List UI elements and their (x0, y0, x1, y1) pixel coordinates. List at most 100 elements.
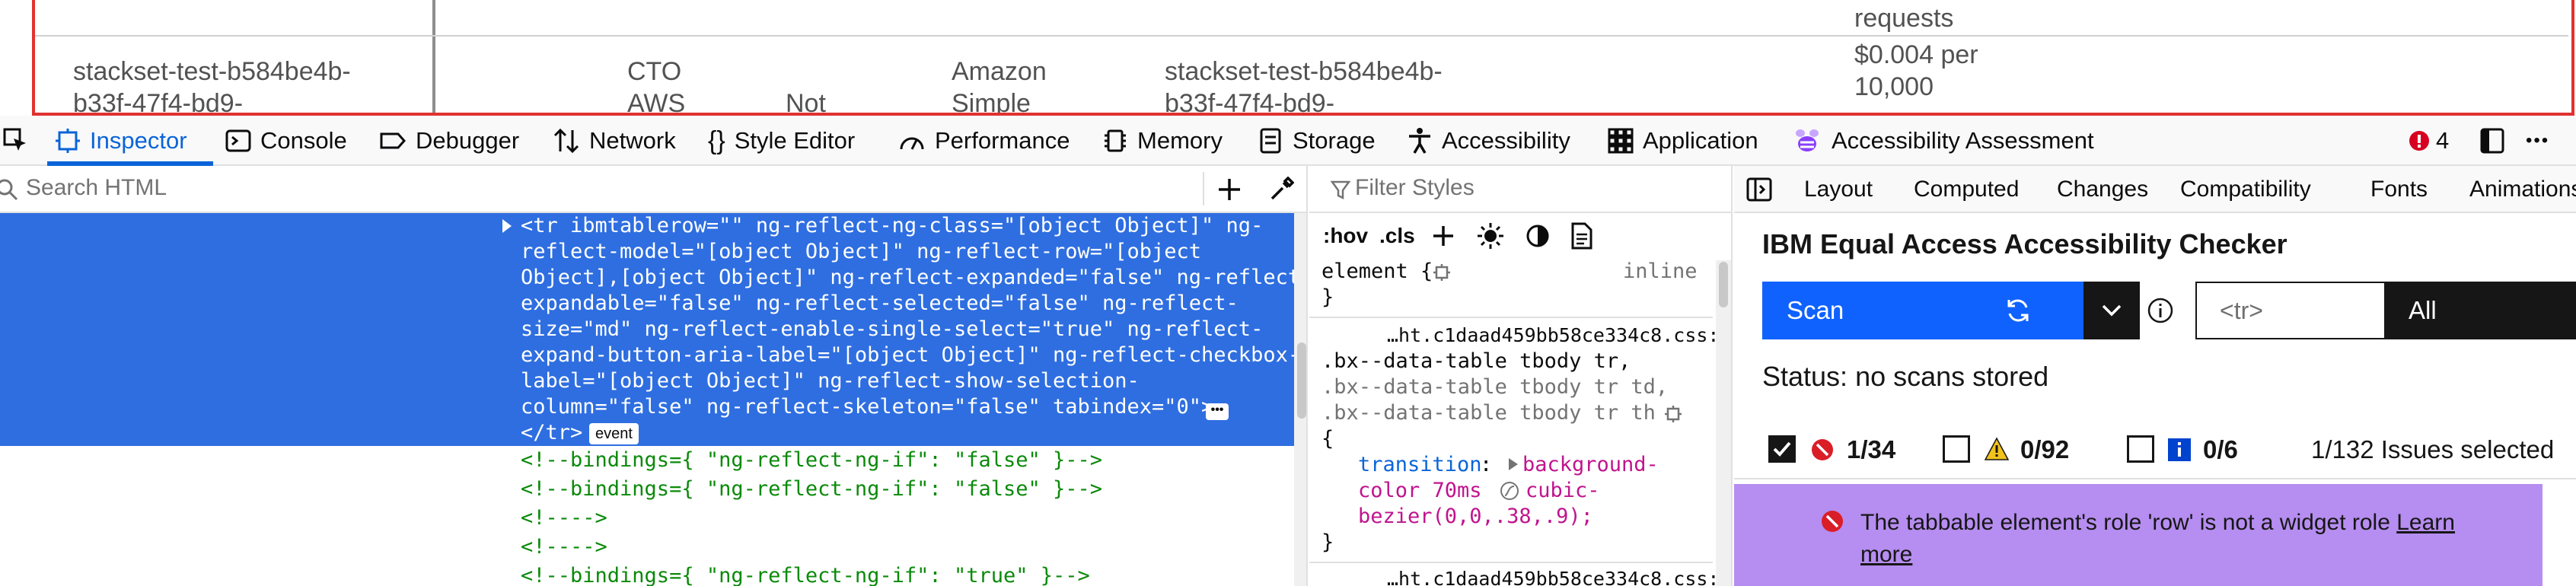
tab-accessibility[interactable]: Accessibility (1407, 116, 1570, 166)
tab-style-editor-label: Style Editor (734, 127, 856, 154)
violation-icon (1822, 511, 1843, 532)
tab-accessibility-label: Accessibility (1442, 127, 1570, 154)
issue-message-text: The tabbable element's role 'row' is not… (1860, 510, 2390, 535)
storage-icon (1260, 128, 1281, 154)
violation-icon (1812, 439, 1833, 460)
application-grid-icon (1608, 128, 1634, 154)
tab-changes[interactable]: Changes (2057, 166, 2148, 213)
markup-scrollbar-thumb[interactable] (1297, 342, 1306, 419)
recommendations-checkbox[interactable] (2127, 435, 2154, 463)
scan-label: Scan (1787, 296, 1844, 324)
print-media-icon[interactable] (1570, 222, 1594, 250)
add-rule-icon[interactable] (1431, 224, 1455, 248)
search-html-input[interactable]: Search HTML (26, 175, 167, 201)
comment-node[interactable]: <!--bindings={ "ng-reflect-ng-if": "fals… (521, 447, 1102, 473)
comment-node[interactable]: <!--bindings={ "ng-reflect-ng-if": "fals… (521, 476, 1102, 502)
rules-scrollbar-thumb[interactable] (1719, 262, 1728, 307)
tab-inspector[interactable]: Inspector (55, 116, 187, 166)
braces-icon: {} (708, 126, 725, 155)
element-picker-small-icon[interactable] (1433, 263, 1451, 282)
responsive-layout-icon (2480, 128, 2504, 154)
error-count-badge[interactable]: 4 (2409, 116, 2449, 166)
rules-toolbar: :hov .cls (1309, 213, 1731, 260)
element-picker-small-icon[interactable] (1664, 405, 1682, 423)
tab-application[interactable]: Application (1608, 116, 1758, 166)
timing-function-icon[interactable] (1500, 481, 1519, 501)
selected-node-markup: <tr ibmtablerow="" ng-reflect-ng-class="… (521, 213, 1306, 420)
dark-theme-contrast-icon[interactable] (1526, 224, 1550, 248)
sidebar-tabs: Layout Computed Changes Compatibility Fo… (1734, 166, 2576, 213)
css-value-line2[interactable]: color 70ms (1358, 478, 1482, 504)
tab-console[interactable]: Console (225, 116, 347, 166)
tab-style-editor[interactable]: {} Style Editor (708, 116, 855, 166)
tab-layout[interactable]: Layout (1804, 166, 1873, 213)
hover-state-toggle[interactable]: :hov (1323, 224, 1368, 248)
issue-item[interactable]: The tabbable element's role 'row' is not… (1734, 484, 2543, 586)
rule-divider (1309, 562, 1713, 563)
css-value-line3[interactable]: cubic- (1526, 478, 1600, 504)
tab-application-label: Application (1643, 127, 1758, 154)
css-value-line4[interactable]: bezier(0,0,.38,.9); (1358, 504, 1593, 530)
element-rule-close: } (1321, 285, 1334, 309)
toggle-sidebar-icon[interactable] (1746, 177, 1772, 202)
error-icon (2409, 131, 2429, 151)
tab-debugger[interactable]: Debugger (379, 116, 519, 166)
tab-accessibility-assessment-label: Accessibility Assessment (1832, 127, 2094, 154)
violations-checkbox[interactable] (1768, 435, 1796, 463)
expand-triangle-icon[interactable] (502, 219, 512, 233)
checker-title: IBM Equal Access Accessibility Checker (1762, 228, 2287, 260)
recommendation-info-icon (2168, 438, 2191, 461)
tab-memory[interactable]: Memory (1102, 116, 1223, 166)
scan-button[interactable]: Scan (1762, 282, 2083, 339)
search-html-bar: Search HTML (0, 166, 1306, 213)
filter-styles-input[interactable]: Filter Styles (1355, 175, 1475, 201)
dock-options-button[interactable] (2479, 116, 2515, 166)
css-value-line1[interactable]: background- (1522, 452, 1659, 478)
comment-node[interactable]: <!--bindings={ "ng-reflect-ng-if": "true… (521, 563, 1090, 586)
focus-element-input[interactable]: <tr> (2195, 282, 2386, 339)
selected-node-markup-line: column="false" ng-reflect-skeleton="fals… (521, 395, 1214, 419)
tab-compatibility[interactable]: Compatibility (2180, 166, 2311, 213)
light-theme-sun-icon[interactable] (1477, 222, 1504, 250)
all-scope-button[interactable]: All (2386, 282, 2576, 339)
stylesheet-link[interactable]: …ht.c1daad459bb58ce334c8.css:1 (1387, 323, 1731, 349)
tab-accessibility-assessment[interactable]: Accessibility Assessment (1792, 116, 2094, 166)
tab-storage[interactable]: Storage (1258, 116, 1376, 166)
issues-divider (1734, 478, 2576, 479)
sidebar-panel: Layout Computed Changes Compatibility Fo… (1734, 166, 2576, 586)
tab-console-label: Console (260, 127, 347, 154)
tab-fonts[interactable]: Fonts (2370, 166, 2428, 213)
expand-value-triangle-icon[interactable] (1509, 458, 1518, 470)
learn-more-link-continued[interactable]: more (1860, 539, 1912, 571)
selected-node-markup-line: label="[object Object]" ng-reflect-show-… (521, 369, 1140, 393)
markup-view: Search HTML <tr ibmtablerow="" ng-reflec… (0, 166, 1308, 586)
tab-memory-label: Memory (1137, 127, 1223, 154)
comment-node[interactable]: <!----> (521, 534, 607, 560)
tab-network[interactable]: Network (553, 116, 676, 166)
info-icon[interactable] (2147, 297, 2174, 324)
comment-node[interactable]: <!----> (521, 505, 607, 531)
add-node-icon[interactable] (1216, 177, 1242, 202)
page-content-area: requests stackset-test-b584be4b- b33f-47… (0, 0, 2576, 116)
issue-message: The tabbable element's role 'row' is not… (1860, 507, 2455, 539)
selected-node-markup-line: <tr ibmtablerow="" ng-reflect-ng-class="… (521, 214, 1264, 237)
needs-review-checkbox[interactable] (1943, 435, 1970, 463)
element-picker-button[interactable] (3, 116, 38, 166)
error-count: 4 (2436, 127, 2450, 154)
learn-more-link[interactable]: Learn (2396, 510, 2455, 535)
element-rule-selector: element { (1321, 260, 1433, 283)
rules-scrollbar[interactable] (1716, 260, 1731, 586)
stylesheet-link[interactable]: …ht.c1daad459bb58ce334c8.css:1 (1387, 566, 1731, 586)
scan-dropdown-button[interactable] (2083, 282, 2140, 339)
collapsed-content-ellipsis-icon[interactable]: ••• (1206, 403, 1229, 420)
selected-node-tr[interactable]: <tr ibmtablerow="" ng-reflect-ng-class="… (0, 213, 1306, 446)
event-badge[interactable]: event (589, 423, 639, 444)
css-property-name[interactable]: transition (1358, 452, 1482, 478)
tab-computed[interactable]: Computed (1914, 166, 2019, 213)
class-toggle[interactable]: .cls (1379, 224, 1415, 248)
tab-animations[interactable]: Animations (2469, 166, 2576, 213)
more-options-button[interactable]: ••• (2526, 116, 2549, 166)
issues-selected: 1/132 Issues selected (2311, 435, 2555, 463)
eyedropper-icon[interactable] (1268, 177, 1294, 202)
tab-performance[interactable]: Performance (898, 116, 1070, 166)
